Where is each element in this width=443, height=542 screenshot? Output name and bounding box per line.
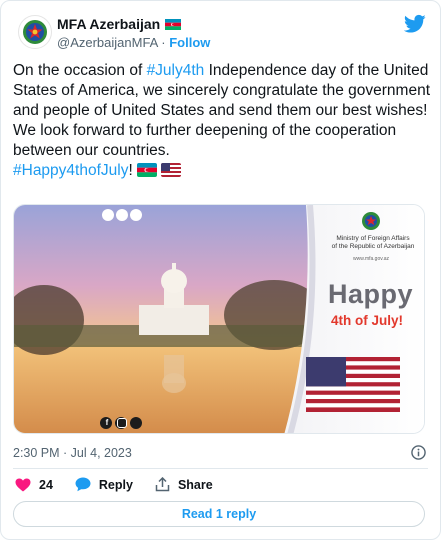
share-button[interactable]: Share <box>155 477 213 492</box>
twitter-bird-icon[interactable] <box>404 14 426 34</box>
azerbaijan-emblem-icon <box>23 20 47 44</box>
like-button[interactable]: 24 <box>15 478 53 492</box>
hashtag-july4th[interactable]: #July4th <box>147 62 205 79</box>
account-handle-row: @AzerbaijanMFA · Follow <box>57 35 210 50</box>
tweet-timestamp[interactable]: 2:30 PM · Jul 4, 2023 <box>13 446 132 460</box>
share-icon <box>155 477 170 492</box>
heart-icon <box>15 478 31 491</box>
usa-flag-emoji-icon <box>161 163 182 177</box>
hashtag-suffix: ! <box>128 162 133 179</box>
account-name-row: MFA Azerbaijan <box>57 16 182 32</box>
tweet-text: On the occasion of #July4th Independence… <box>13 61 433 181</box>
tweet-text-prefix: On the occasion of <box>13 62 147 79</box>
like-count: 24 <box>39 477 53 492</box>
twitter-icon <box>132 418 142 428</box>
ministry-caption: Ministry of Foreign Affairs of the Repub… <box>325 235 421 251</box>
tweet-text-line2: We look forward to further deepening of … <box>13 122 397 159</box>
account-name[interactable]: MFA Azerbaijan <box>57 16 160 32</box>
share-label: Share <box>177 477 213 492</box>
azerbaijan-flag-emoji-icon <box>137 163 158 177</box>
follow-button[interactable]: Follow <box>169 35 210 50</box>
read-replies-button[interactable]: Read 1 reply <box>13 501 425 527</box>
instagram-icon <box>117 418 127 428</box>
action-bar: 24 Reply Share <box>15 477 235 492</box>
reply-button[interactable]: Reply <box>75 477 133 492</box>
azerbaijan-flag-icon <box>165 18 182 30</box>
divider <box>13 468 428 469</box>
facebook-icon: f <box>105 418 109 427</box>
reply-icon <box>75 477 91 492</box>
hashtag-happy4thofjuly[interactable]: #Happy4thofJuly <box>13 162 128 179</box>
ministry-line1: Ministry of Foreign Affairs <box>336 235 410 242</box>
account-avatar[interactable] <box>18 15 52 49</box>
reply-label: Reply <box>98 477 133 492</box>
fourth-of-july-heading: 4th of July! <box>331 313 404 328</box>
ministry-line2: of the Republic of Azerbaijan <box>331 243 415 250</box>
ministry-website: www.mfa.gov.az <box>353 256 390 262</box>
info-icon[interactable] <box>411 445 426 460</box>
tweet-card: MFA Azerbaijan @AzerbaijanMFA · Follow O… <box>0 0 441 540</box>
happy-heading: Happy <box>328 279 414 309</box>
account-handle[interactable]: @AzerbaijanMFA <box>57 35 158 50</box>
handle-separator: · <box>161 35 166 50</box>
